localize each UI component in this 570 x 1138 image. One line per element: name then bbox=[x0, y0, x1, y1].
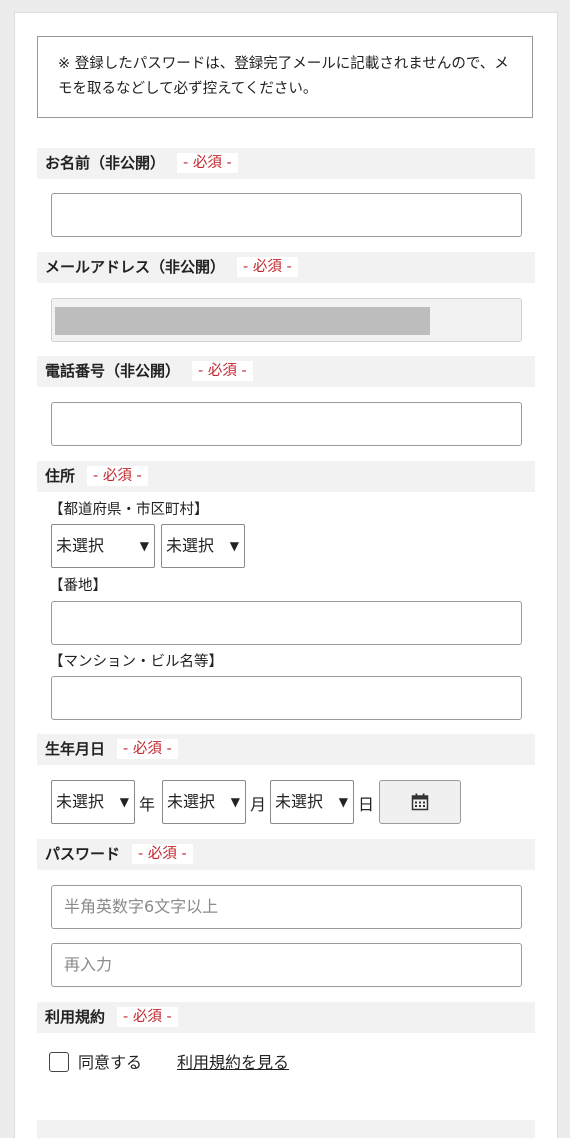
registration-form: ※ 登録したパスワードは、登録完了メールに記載されませんので、メモを取るなどして… bbox=[14, 12, 558, 1138]
chevron-down-icon: ▼ bbox=[230, 795, 240, 809]
section-birthday: 生年月日 - 必須 - bbox=[37, 734, 535, 765]
name-input[interactable] bbox=[51, 193, 522, 237]
building-label: 【マンション・ビル名等】 bbox=[49, 654, 223, 670]
required-badge: - 必須 - bbox=[87, 465, 148, 486]
birth-year-value: 未選択 bbox=[56, 792, 105, 811]
section-address: 住所 - 必須 - bbox=[37, 461, 535, 492]
month-unit-label: 月 bbox=[250, 795, 267, 814]
section-label-address: 住所 bbox=[45, 467, 76, 485]
section-label-birthday: 生年月日 bbox=[45, 740, 106, 758]
banchi-input[interactable] bbox=[51, 601, 522, 645]
chevron-down-icon: ▼ bbox=[139, 539, 149, 553]
agree-checkbox[interactable] bbox=[49, 1052, 69, 1072]
required-badge: - 必須 - bbox=[237, 256, 298, 277]
birth-year-select[interactable]: 未選択 ▼ bbox=[51, 780, 135, 824]
password-confirm-input[interactable]: 再入力 bbox=[51, 943, 522, 987]
section-password: パスワード - 必須 - bbox=[37, 839, 535, 870]
redacted-email-value bbox=[55, 307, 430, 335]
required-badge: - 必須 - bbox=[117, 1006, 178, 1027]
city-select-value: 未選択 bbox=[166, 536, 215, 555]
section-label-terms: 利用規約 bbox=[45, 1008, 106, 1026]
birth-day-select[interactable]: 未選択 ▼ bbox=[270, 780, 354, 824]
agree-label[interactable]: 同意する bbox=[78, 1049, 142, 1073]
top-divider bbox=[15, 12, 557, 13]
city-select[interactable]: 未選択 ▼ bbox=[161, 524, 245, 568]
section-phone: 電話番号（非公開） - 必須 - bbox=[37, 356, 535, 387]
birth-day-value: 未選択 bbox=[275, 792, 324, 811]
calendar-button[interactable] bbox=[379, 780, 461, 824]
birth-month-value: 未選択 bbox=[167, 792, 216, 811]
section-label-name: お名前（非公開） bbox=[45, 154, 166, 172]
required-badge: - 必須 - bbox=[132, 843, 193, 864]
required-badge: - 必須 - bbox=[177, 152, 238, 173]
password-input[interactable]: 半角英数字6文字以上 bbox=[51, 885, 522, 929]
prefecture-select-value: 未選択 bbox=[56, 536, 105, 555]
building-input[interactable] bbox=[51, 676, 522, 720]
password-confirm-placeholder: 再入力 bbox=[64, 955, 113, 974]
password-notice: ※ 登録したパスワードは、登録完了メールに記載されませんので、メモを取るなどして… bbox=[37, 36, 533, 118]
chevron-down-icon: ▼ bbox=[229, 539, 239, 553]
bottom-section-bar bbox=[37, 1120, 535, 1138]
phone-input[interactable] bbox=[51, 402, 522, 446]
section-email: メールアドレス（非公開） - 必須 - bbox=[37, 252, 535, 283]
required-badge: - 必須 - bbox=[117, 738, 178, 759]
required-badge: - 必須 - bbox=[192, 360, 253, 381]
section-terms: 利用規約 - 必須 - bbox=[37, 1002, 535, 1033]
year-unit-label: 年 bbox=[139, 795, 156, 814]
chevron-down-icon: ▼ bbox=[338, 795, 348, 809]
section-label-password: パスワード bbox=[45, 845, 121, 863]
password-placeholder: 半角英数字6文字以上 bbox=[64, 897, 219, 916]
section-label-email: メールアドレス（非公開） bbox=[45, 258, 226, 276]
chevron-down-icon: ▼ bbox=[119, 795, 129, 809]
birth-month-select[interactable]: 未選択 ▼ bbox=[162, 780, 246, 824]
prefecture-select[interactable]: 未選択 ▼ bbox=[51, 524, 155, 568]
section-name: お名前（非公開） - 必須 - bbox=[37, 148, 535, 179]
calendar-icon bbox=[411, 793, 429, 811]
banchi-label: 【番地】 bbox=[49, 578, 107, 594]
day-unit-label: 日 bbox=[358, 795, 375, 814]
prefecture-label: 【都道府県・市区町村】 bbox=[49, 502, 209, 518]
terms-link[interactable]: 利用規約を見る bbox=[177, 1049, 289, 1073]
section-label-phone: 電話番号（非公開） bbox=[45, 362, 181, 380]
